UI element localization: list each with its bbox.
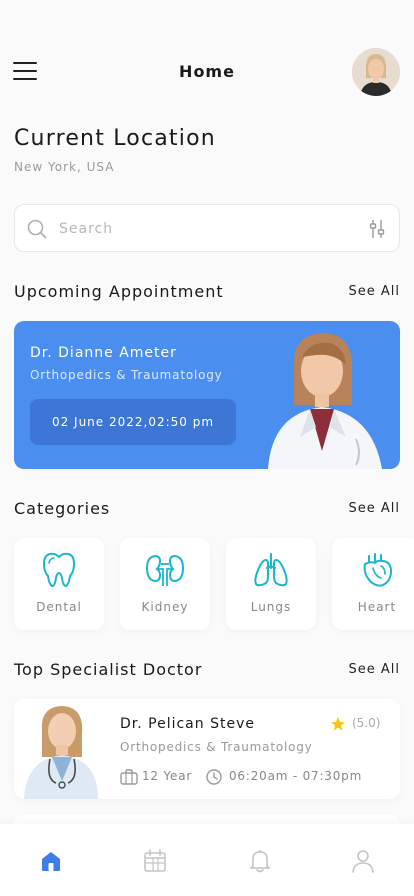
top-bar: Home (0, 0, 414, 100)
user-avatar[interactable] (352, 48, 400, 96)
category-card-lungs[interactable]: Lungs (226, 538, 316, 630)
doctor-experience: 12 Year (142, 769, 193, 783)
category-label: Heart (357, 600, 397, 614)
category-card-kidney[interactable]: Kidney (120, 538, 210, 630)
location-value: New York, USA (14, 160, 115, 174)
home-icon (42, 852, 60, 871)
doctor-rating: (5.0) (352, 716, 381, 730)
bell-icon (250, 850, 270, 873)
lungs-icon (254, 553, 288, 587)
search-input[interactable] (59, 217, 359, 241)
upcoming-see-all-link[interactable]: See All (349, 284, 401, 299)
nav-calendar[interactable] (142, 848, 168, 874)
category-label: Kidney (141, 600, 189, 614)
categories-title: Categories (14, 499, 111, 518)
nav-notifications[interactable] (247, 848, 273, 874)
upcoming-header: Upcoming Appointment See All (14, 282, 400, 304)
filter-icon[interactable] (367, 219, 387, 239)
categories-header: Categories See All (14, 499, 400, 521)
search-icon (27, 219, 47, 239)
calendar-icon (144, 849, 166, 872)
top-doctors-title: Top Specialist Doctor (14, 660, 203, 679)
clock-icon (206, 769, 222, 785)
profile-icon (352, 850, 374, 873)
category-label: Lungs (250, 600, 292, 614)
search-bar[interactable] (14, 204, 400, 252)
heart-organ-icon (363, 553, 393, 587)
kidney-icon (145, 554, 185, 586)
doctor-photo (24, 706, 98, 799)
doctor-hours: 06:20am - 07:30pm (229, 769, 363, 783)
appointment-specialty: Orthopedics & Traumatology (30, 368, 223, 382)
tooth-icon (42, 552, 76, 588)
briefcase-icon (120, 769, 138, 785)
top-doctors-header: Top Specialist Doctor See All (14, 660, 400, 682)
category-label: Dental (36, 600, 82, 614)
top-doctors-see-all-link[interactable]: See All (349, 662, 401, 677)
categories-see-all-link[interactable]: See All (349, 501, 401, 516)
nav-home[interactable] (38, 848, 64, 874)
bottom-nav (0, 824, 414, 896)
doctor-specialty: Orthopedics & Traumatology (120, 740, 313, 754)
doctor-card[interactable]: Dr. Pelican Steve Orthopedics & Traumato… (14, 699, 400, 799)
nav-profile[interactable] (350, 848, 376, 874)
appointment-card[interactable]: Dr. Dianne Ameter Orthopedics & Traumato… (14, 321, 400, 469)
appointment-doctor-photo (268, 333, 382, 469)
appointment-datetime: 02 June 2022,02:50 pm (30, 399, 236, 445)
doctor-name: Dr. Pelican Steve (120, 716, 255, 732)
category-card-heart[interactable]: Heart (332, 538, 414, 630)
star-icon (331, 717, 345, 731)
appointment-doctor-name: Dr. Dianne Ameter (30, 345, 177, 361)
location-title: Current Location (14, 126, 216, 151)
category-card-dental[interactable]: Dental (14, 538, 104, 630)
upcoming-title: Upcoming Appointment (14, 282, 224, 301)
